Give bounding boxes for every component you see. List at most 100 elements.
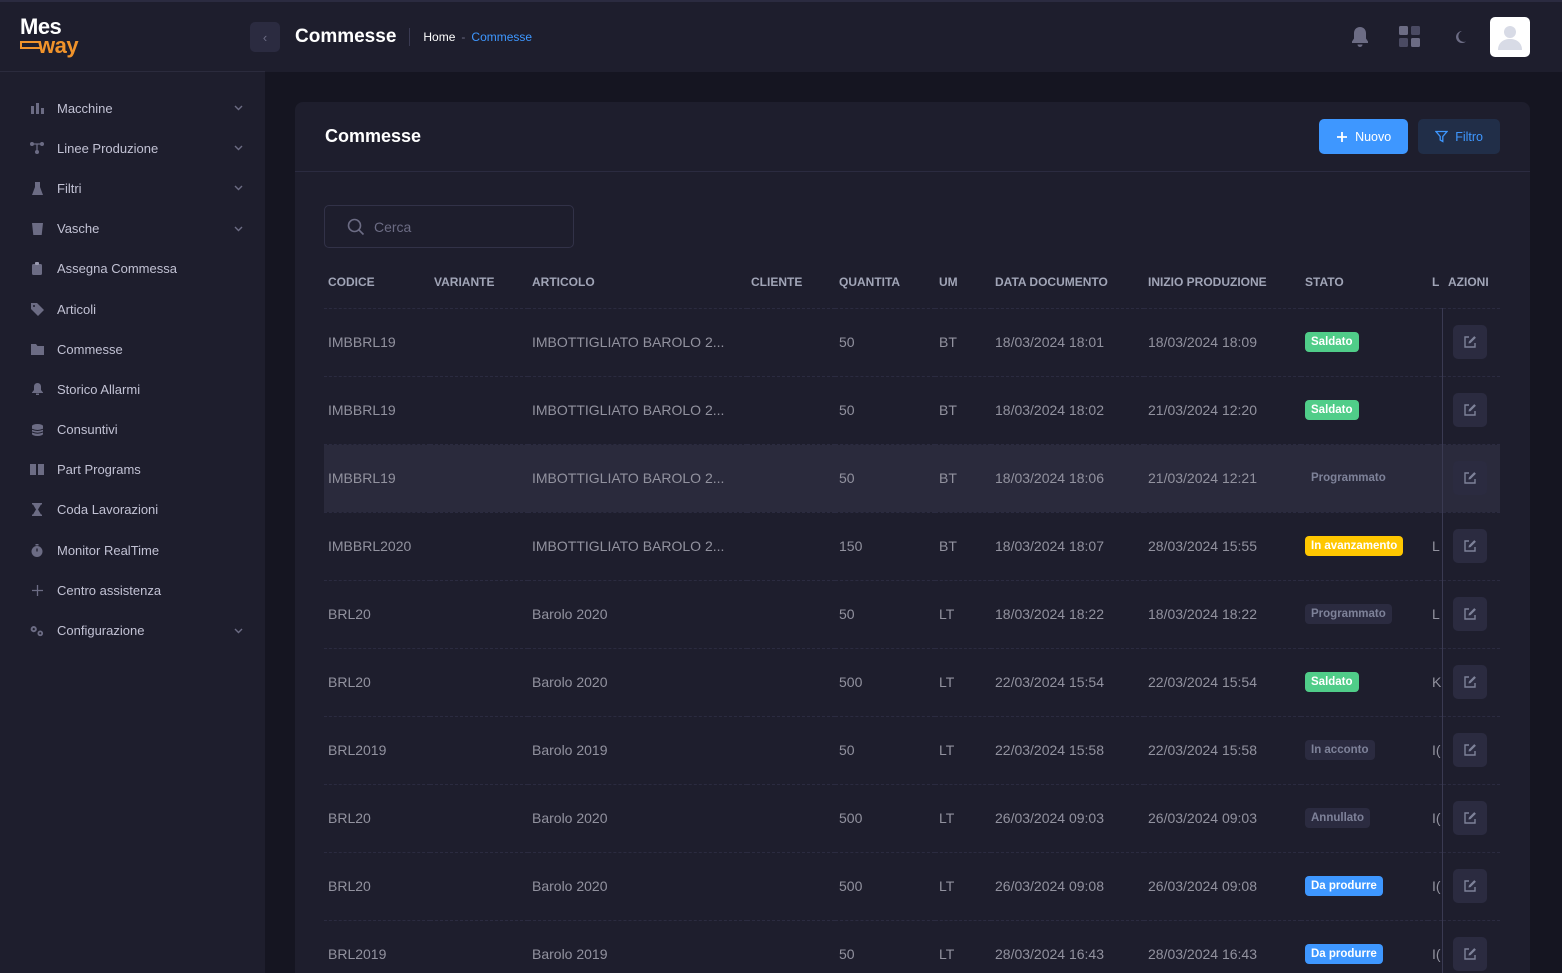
apps-button[interactable] [1390,17,1430,57]
status-badge: Da produrre [1305,944,1383,964]
sidebar-item-label: Linee Produzione [57,140,159,156]
edit-icon [1463,472,1476,484]
edit-button[interactable] [1452,937,1487,971]
table-row[interactable]: BRL2019 Barolo 2019 50 LT 28/03/2024 16:43 28… [324,920,1500,973]
new-button[interactable]: Nuovo [1319,119,1409,154]
sidebar-item-monitor-realtime[interactable]: Monitor RealTime [0,530,265,570]
edit-button[interactable] [1452,801,1487,835]
cell-articolo: Barolo 2020 [528,852,747,921]
table-row[interactable]: BRL20 Barolo 2020 50 LT 18/03/2024 18:22 18/0… [324,580,1500,649]
cell-variante [430,308,528,377]
cell-variante [430,444,528,513]
cell-codice: BRL20 [324,852,430,921]
cell-cliente [747,376,835,445]
sidebar-item-vasche[interactable]: Vasche [0,209,265,249]
cell-azioni [1441,920,1500,973]
cell-um: LT [935,920,991,973]
column-header[interactable]: QUANTITA [835,257,935,309]
cell-um: LT [935,852,991,921]
column-header[interactable]: AZIONI [1442,257,1500,309]
search-box[interactable] [324,205,574,248]
table-row[interactable]: BRL20 Barolo 2020 500 LT 26/03/2024 09:03 26/… [324,784,1500,853]
edit-button[interactable] [1452,733,1487,767]
sidebar-item-storico-allarmi[interactable]: Storico Allarmi [0,369,265,409]
column-header[interactable]: CLIENTE [747,257,835,309]
table-row[interactable]: BRL20 Barolo 2020 500 LT 22/03/2024 15:54 22/… [324,648,1500,717]
column-header[interactable]: L [1428,257,1442,309]
sidebar: Mes way Macchine Linee Produzione Filtri Va… [0,2,265,973]
edit-icon [1463,608,1476,620]
cell-um: BT [935,444,991,513]
edit-button[interactable] [1452,869,1487,903]
edit-icon [1463,812,1476,824]
cell-cliente [747,852,835,921]
sidebar-item-label: Monitor RealTime [57,542,160,558]
sidebar-item-linee-produzione[interactable]: Linee Produzione [0,128,265,168]
sidebar-item-part-programs[interactable]: Part Programs [0,450,265,490]
cell-codice: BRL20 [324,580,430,649]
table-row[interactable]: BRL2019 Barolo 2019 50 LT 22/03/2024 15:58 22… [324,716,1500,785]
status-badge: Programmato [1305,604,1392,624]
sidebar-item-assegna-commessa[interactable]: Assegna Commessa [0,249,265,289]
table-row[interactable]: IMBBRL19 IMBOTTIGLIATO BAROLO 2... 50 BT 18/… [324,376,1500,445]
sidebar-item-consuntivi[interactable]: Consuntivi [0,410,265,450]
sidebar-collapse-button[interactable]: ‹ [250,22,280,52]
sidebar-item-commesse[interactable]: Commesse [0,329,265,369]
edit-button[interactable] [1452,529,1487,563]
sidebar-item-macchine[interactable]: Macchine [0,88,265,128]
status-badge: In acconto [1305,740,1375,760]
clipboard-icon [30,262,44,276]
logo-bottom-text: way [38,33,79,58]
sidebar-item-filtri[interactable]: Filtri [0,168,265,208]
cell-cliente [747,784,835,853]
table-row[interactable]: IMBBRL19 IMBOTTIGLIATO BAROLO 2... 50 BT 18/… [324,444,1500,513]
cell-cliente [747,580,835,649]
theme-toggle-button[interactable] [1440,17,1480,57]
cell-variante [430,376,528,445]
table-row[interactable]: IMBBRL19 IMBOTTIGLIATO BAROLO 2... 50 BT 18/… [324,308,1500,377]
cell-cliente [747,920,835,973]
table-row[interactable]: IMBBRL2020 IMBOTTIGLIATO BAROLO 2... 150 BT… [324,512,1500,581]
column-header[interactable]: CODICE [324,257,430,309]
breadcrumb-home[interactable]: Home [423,30,455,44]
edit-button[interactable] [1452,665,1487,699]
cell-l [1428,308,1442,377]
sidebar-item-coda-lavorazioni[interactable]: Coda Lavorazioni [0,490,265,530]
cell-stato: Annullato [1301,784,1428,853]
cell-um: LT [935,716,991,785]
edit-button[interactable] [1452,393,1487,427]
sidebar-menu: Macchine Linee Produzione Filtri Vasche Asse… [0,72,265,651]
table-row[interactable]: BRL20 Barolo 2020 500 LT 26/03/2024 09:08 26/… [324,852,1500,921]
sidebar-item-label: Part Programs [57,462,141,478]
cell-cliente [747,648,835,717]
edit-button[interactable] [1452,325,1487,359]
database-icon [30,423,44,437]
cell-l: I( [1428,716,1442,785]
edit-icon [1463,744,1476,756]
column-header[interactable]: UM [935,257,991,309]
cell-um: LT [935,648,991,717]
column-header[interactable]: INIZIO PRODUZIONE [1144,257,1301,309]
breadcrumb-current: Commesse [471,30,533,44]
notifications-button[interactable] [1340,17,1380,57]
sidebar-item-articoli[interactable]: Articoli [0,289,265,329]
user-avatar[interactable] [1490,17,1530,57]
search-input[interactable] [374,218,554,235]
edit-button[interactable] [1452,597,1487,631]
column-header[interactable]: VARIANTE [430,257,528,309]
edit-icon [1463,948,1476,960]
filter-button[interactable]: Filtro [1418,119,1500,154]
cell-data-documento: 26/03/2024 09:08 [991,852,1144,921]
sidebar-item-configurazione[interactable]: Configurazione [0,610,265,650]
column-header[interactable]: ARTICOLO [528,257,747,309]
column-header[interactable]: STATO [1301,257,1428,309]
edit-button[interactable] [1452,461,1487,495]
cell-data-documento: 22/03/2024 15:58 [991,716,1144,785]
app-logo[interactable]: Mes way [0,2,265,72]
cell-stato: In acconto [1301,716,1428,785]
column-header[interactable]: DATA DOCUMENTO [991,257,1144,309]
cell-um: BT [935,512,991,581]
cell-azioni [1441,852,1500,921]
sidebar-item-centro-assistenza[interactable]: Centro assistenza [0,570,265,610]
cell-inizio-produzione: 18/03/2024 18:22 [1144,580,1301,649]
